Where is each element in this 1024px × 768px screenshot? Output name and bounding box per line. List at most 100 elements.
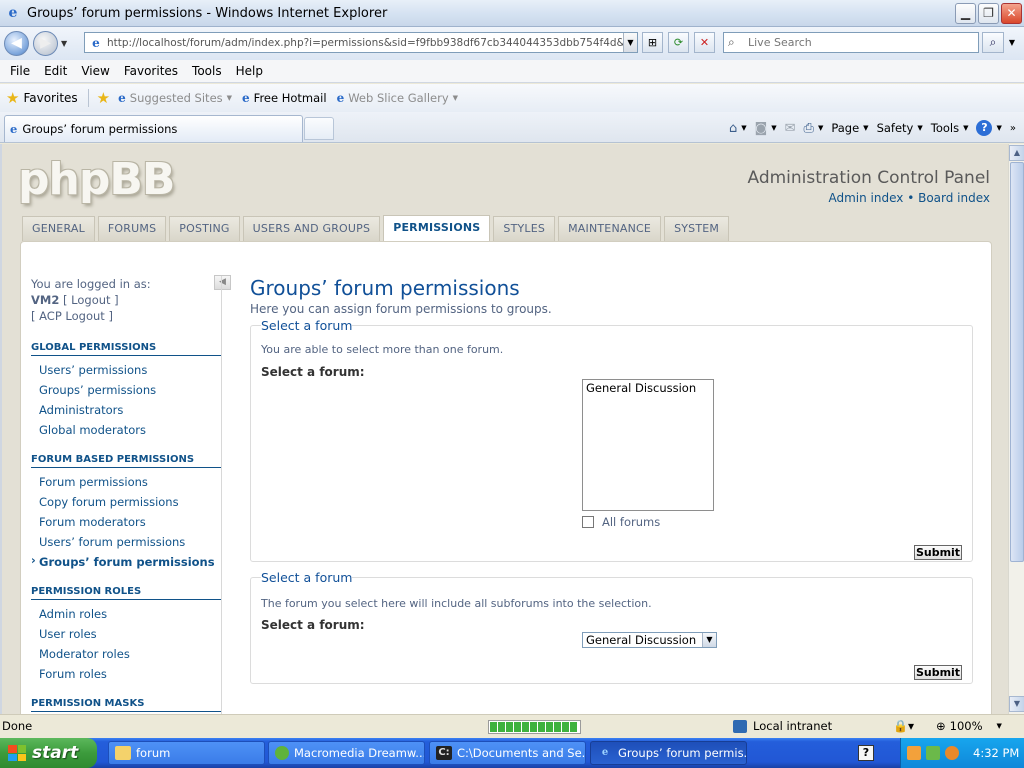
print-button[interactable]: ⎙ ▼ [804, 121, 824, 136]
help-icon[interactable]: ? [858, 745, 874, 761]
taskbar-item-dreamweaver[interactable]: Macromedia Dreamw... [268, 741, 425, 765]
search-button[interactable]: ⌕ [982, 32, 1004, 53]
taskbar-item-forum[interactable]: forum [108, 741, 265, 765]
phpbb-logo[interactable]: phpBB [18, 154, 175, 205]
suggested-sites-link[interactable]: e Suggested Sites ▼ [118, 91, 232, 105]
user-line: VM2 [ Logout ] [31, 292, 222, 308]
sidebar-item-copy-forum-permissions[interactable]: Copy forum permissions [31, 492, 222, 512]
sidebar-item-global-moderators[interactable]: Global moderators [31, 420, 222, 440]
collapse-menu-button[interactable]: ◀ [214, 275, 231, 290]
menu-help[interactable]: Help [229, 64, 270, 78]
address-url[interactable]: http://localhost/forum/adm/index.php?i=p… [107, 37, 623, 49]
menu-tools[interactable]: Tools [185, 64, 229, 78]
close-window-button[interactable]: ✕ [1001, 3, 1022, 24]
forum-option[interactable]: General Discussion [586, 381, 710, 395]
search-options-dropdown[interactable]: ▼ [1006, 32, 1018, 53]
sidebar-item-moderator-roles[interactable]: Moderator roles [31, 644, 222, 664]
refresh-button[interactable]: ⟳ [668, 32, 689, 53]
forum-dropdown[interactable]: General Discussion ▼ [582, 632, 717, 648]
select-forum-subforums-fieldset: Select a forum The forum you select here… [250, 570, 973, 684]
menu-favorites[interactable]: Favorites [117, 64, 185, 78]
stop-button[interactable]: ✕ [694, 32, 715, 53]
sidebar-item-groups-permissions[interactable]: Groups’ permissions [31, 380, 222, 400]
scroll-down-button[interactable]: ▼ [1009, 696, 1024, 712]
browser-tab-active[interactable]: e Groups’ forum permissions [4, 115, 303, 142]
search-input[interactable] [748, 36, 968, 49]
forum-multi-select-list[interactable]: General Discussion [582, 379, 714, 511]
tab-forums[interactable]: FORUMS [97, 216, 167, 241]
taskbar-item-internet-explorer[interactable]: e Groups’ forum permis... [590, 741, 747, 765]
tab-general[interactable]: GENERAL [22, 216, 95, 241]
tools-menu-button[interactable]: Tools ▼ [931, 121, 969, 135]
protected-mode-icon[interactable]: 🔒▾ [893, 719, 914, 733]
read-mail-button[interactable]: ✉ [785, 121, 796, 136]
status-text: Done [2, 719, 33, 733]
address-bar[interactable]: e http://localhost/forum/adm/index.php?i… [84, 32, 638, 53]
menu-view[interactable]: View [74, 64, 116, 78]
tab-posting[interactable]: POSTING [169, 216, 240, 241]
menu-edit[interactable]: Edit [37, 64, 74, 78]
sidebar-item-user-roles[interactable]: User roles [31, 624, 222, 644]
logout-link[interactable]: [ Logout ] [63, 293, 119, 307]
tray-app-icon[interactable] [926, 746, 940, 760]
web-slice-gallery-link[interactable]: e Web Slice Gallery ▼ [337, 91, 458, 105]
sidebar-item-forum-permissions[interactable]: Forum permissions [31, 472, 222, 492]
help-button[interactable]: ? ▼ [976, 120, 1002, 136]
safety-menu-button[interactable]: Safety ▼ [877, 121, 923, 135]
taskbar-item-command-prompt[interactable]: C: C:\Documents and Se... [429, 741, 586, 765]
ie-icon: e [601, 747, 609, 758]
scrollbar-thumb[interactable] [1010, 162, 1024, 562]
sidebar-heading-permission-roles: PERMISSION ROLES [31, 586, 222, 600]
feeds-button[interactable]: ◙ ▼ [755, 121, 777, 136]
tab-styles[interactable]: STYLES [493, 216, 556, 241]
submit-button[interactable]: Submit [914, 665, 962, 680]
compatibility-view-button[interactable]: ⊞ [642, 32, 663, 53]
progress-block [546, 722, 553, 732]
all-forums-checkbox[interactable] [582, 516, 594, 528]
new-tab-button[interactable] [304, 117, 334, 140]
sidebar-item-forum-moderators[interactable]: Forum moderators [31, 512, 222, 532]
menu-file[interactable]: File [3, 64, 37, 78]
recent-pages-dropdown[interactable]: ▼ [61, 39, 71, 48]
sidebar-item-users-permissions[interactable]: Users’ permissions [31, 360, 222, 380]
all-forums-option[interactable]: All forums [582, 515, 660, 529]
acp-header-links[interactable]: Admin index • Board index [828, 191, 990, 205]
zoom-level-button[interactable]: ⊕ 100% ▼ [936, 719, 1002, 733]
minimize-button[interactable]: ▁ [955, 3, 976, 24]
favorites-button[interactable]: ★ Favorites [6, 89, 78, 107]
clock[interactable]: 4:32 PM [973, 746, 1019, 760]
page-menu-button[interactable]: Page ▼ [831, 121, 868, 135]
acp-logout-link[interactable]: [ ACP Logout ] [31, 308, 222, 324]
home-button[interactable]: ⌂ ▼ [729, 121, 747, 136]
sidebar-item-groups-forum-permissions[interactable]: Groups’ forum permissions [31, 552, 222, 572]
vertical-scrollbar[interactable]: ▲ ▼ [1008, 144, 1024, 714]
tray-search-icon[interactable] [945, 746, 959, 760]
address-dropdown-button[interactable]: ▼ [623, 33, 637, 52]
chevron-down-icon[interactable]: ▼ [702, 633, 716, 647]
free-hotmail-link[interactable]: e Free Hotmail [242, 91, 327, 105]
chevron-down-icon: ▼ [917, 124, 923, 132]
tab-users-and-groups[interactable]: USERS AND GROUPS [242, 216, 381, 241]
search-box[interactable]: ⌕ [723, 32, 979, 53]
tray-app-icon[interactable] [907, 746, 921, 760]
star-icon: ★ [6, 89, 20, 107]
start-button[interactable]: start [0, 738, 97, 768]
sidebar-item-admin-roles[interactable]: Admin roles [31, 604, 222, 624]
submit-button[interactable]: Submit [914, 545, 962, 560]
sidebar-item-administrators[interactable]: Administrators [31, 400, 222, 420]
sidebar-item-forum-roles[interactable]: Forum roles [31, 664, 222, 684]
all-forums-label: All forums [602, 515, 661, 529]
add-to-favorites-icon[interactable]: ★ [97, 89, 110, 107]
tab-system[interactable]: SYSTEM [664, 216, 730, 241]
scroll-up-button[interactable]: ▲ [1009, 145, 1024, 161]
forward-button[interactable]: ▶ [33, 31, 58, 56]
tab-permissions[interactable]: PERMISSIONS [383, 215, 491, 242]
maximize-button[interactable]: ❐ [978, 3, 999, 24]
more-commands-button[interactable]: » [1010, 123, 1016, 134]
back-button[interactable]: ◀ [4, 31, 29, 56]
sidebar-item-users-forum-permissions[interactable]: Users’ forum permissions [31, 532, 222, 552]
security-zone[interactable]: Local intranet [733, 719, 832, 733]
tab-maintenance[interactable]: MAINTENANCE [558, 216, 662, 241]
chevron-down-icon: ▼ [226, 94, 233, 102]
chevron-down-icon: ▼ [863, 124, 869, 132]
